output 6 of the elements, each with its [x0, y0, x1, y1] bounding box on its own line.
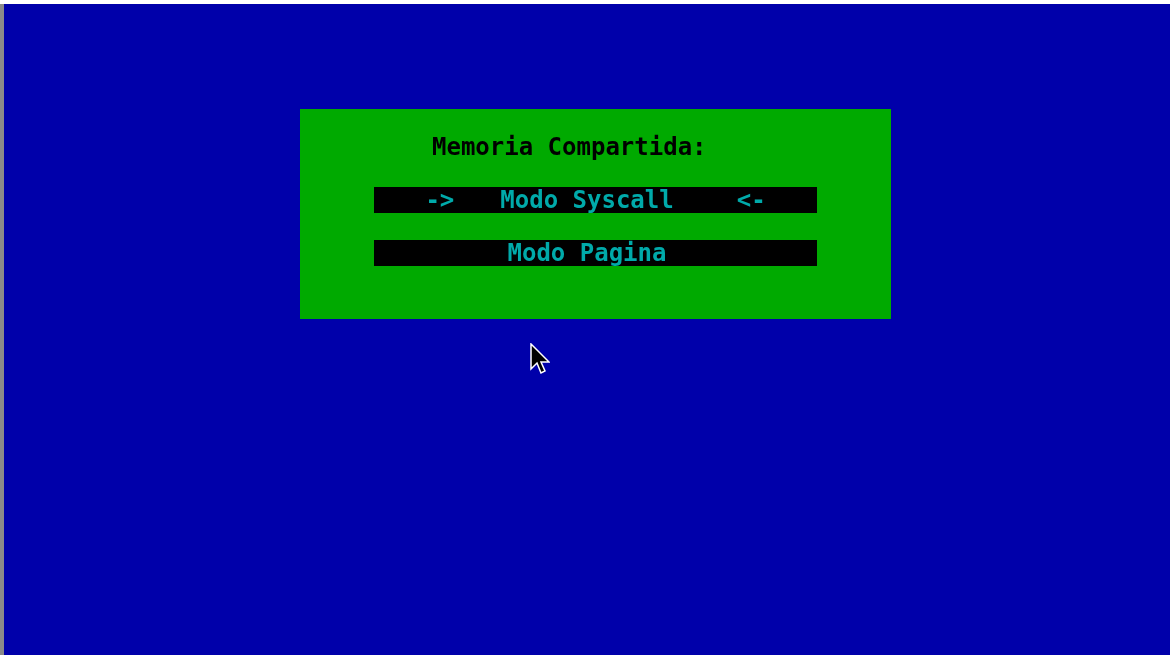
selection-marker: ->: [425, 187, 455, 213]
selection-marker: <-: [736, 187, 766, 213]
menu-option[interactable]: -> Modo Syscall <-: [374, 187, 817, 213]
mouse-pointer-icon: [530, 343, 550, 375]
menu-option[interactable]: Modo Pagina: [374, 240, 817, 266]
menu-title: Memoria Compartida:: [432, 133, 707, 161]
